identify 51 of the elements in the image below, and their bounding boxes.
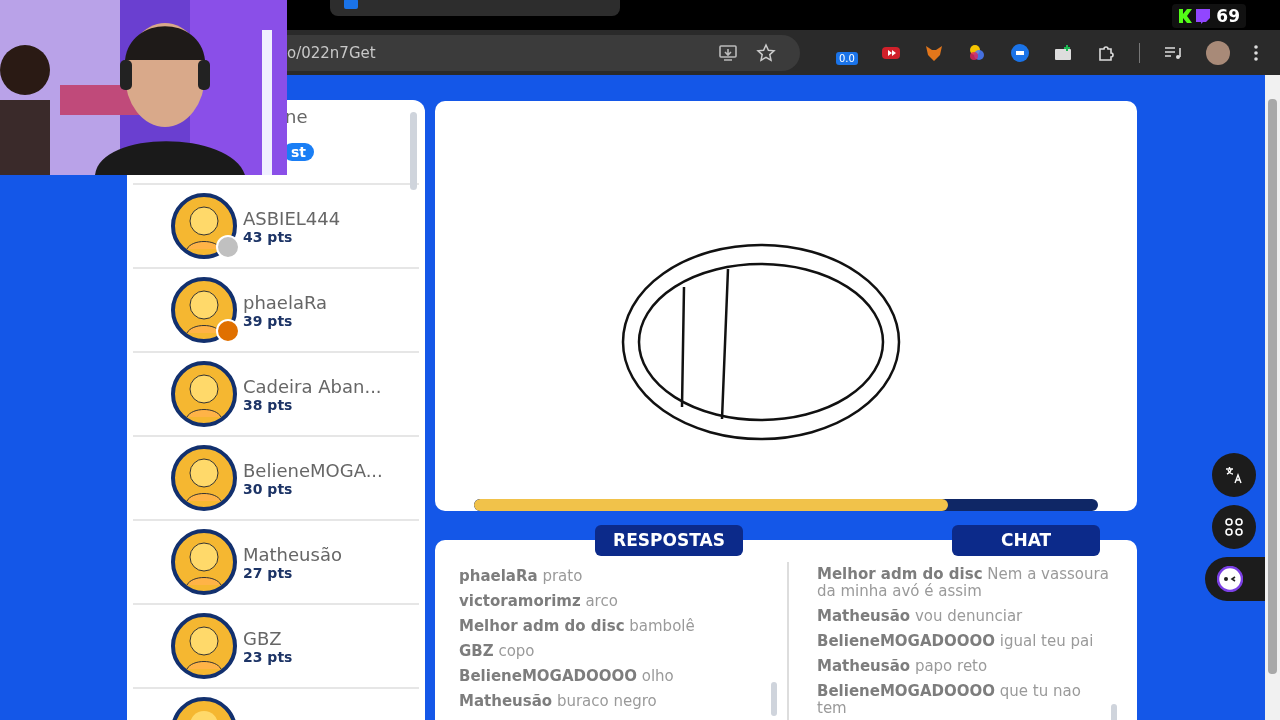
translate-icon[interactable] (1212, 453, 1256, 497)
answers-header: RESPOSTAS (595, 525, 743, 556)
answer-message: Melhor adm do disc bambolê (459, 616, 696, 637)
chat-message: Matheusão vou denunciar (817, 608, 1024, 625)
player-name: GBZ (243, 627, 282, 649)
scrollbar[interactable] (771, 682, 777, 716)
player-name: ASBIEL444 (243, 207, 341, 229)
star-icon[interactable] (756, 42, 776, 63)
answer-message: BelieneMOGADOOOO olho (459, 666, 675, 687)
menu-icon[interactable] (1252, 42, 1259, 63)
player-points: 39 pts (243, 312, 293, 329)
drawing-canvas[interactable] (435, 101, 1137, 511)
chat-message: BelieneMOGADOOOO igual teu pai (817, 633, 1095, 650)
scrollbar[interactable] (410, 112, 417, 190)
player-points: 27 pts (243, 564, 293, 581)
page-scrollbar[interactable] (1265, 75, 1280, 720)
avatar (171, 529, 237, 595)
player-points: 23 pts (243, 648, 293, 665)
platform-icons (1178, 8, 1213, 24)
install-icon[interactable] (718, 42, 738, 63)
chat-message: Melhor adm do disc Nem a vassoura da minha avó é assim (817, 566, 1109, 600)
player-points: 30 pts (243, 480, 293, 497)
extension-badge[interactable]: 0.0 (836, 52, 858, 65)
player-name: ne (285, 106, 308, 127)
browser-tab[interactable] (330, 0, 620, 16)
avatar (171, 193, 237, 259)
answer-message: phaelaRa prato (459, 566, 584, 587)
circle-icon[interactable] (1009, 42, 1030, 63)
answer-message: GBZ copo (459, 641, 536, 662)
player-points: 38 pts (243, 396, 293, 413)
chat-message: BelieneMOGADOOOO que tu nao tem (817, 683, 1082, 717)
avatar (171, 277, 237, 343)
avatar (171, 445, 237, 511)
folder-icon[interactable] (1052, 42, 1073, 63)
player-name: Matheusão (243, 543, 342, 565)
site-icon (344, 0, 358, 9)
viewer-count: 69 (1172, 4, 1246, 28)
address-bar[interactable]: o/022n7Get (287, 34, 800, 71)
avatar (171, 613, 237, 679)
avatar (171, 361, 237, 427)
chat-message: Matheusão papo reto (817, 658, 989, 675)
assistant-icon[interactable] (1205, 557, 1265, 601)
answer-message: Matheusão buraco negro (459, 691, 658, 712)
player-name: Cadeira Aban... (243, 375, 382, 397)
player-name: BelieneMOGA... (243, 459, 383, 481)
answer-message: victoramorimz arco (459, 591, 619, 612)
player-points: 43 pts (243, 228, 293, 245)
chat-header: CHAT (952, 525, 1100, 556)
profile-avatar[interactable] (1205, 40, 1230, 65)
grid-icon[interactable] (1212, 505, 1256, 549)
player-name: phaelaRa (243, 291, 328, 313)
